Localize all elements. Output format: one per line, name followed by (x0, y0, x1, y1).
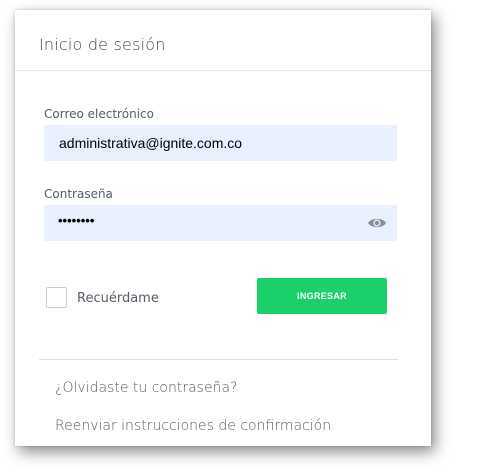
password-label: Contraseña (44, 187, 113, 201)
password-value: •••••••• (58, 213, 95, 228)
login-button[interactable]: INGRESAR (257, 278, 387, 314)
remember-label: Recuérdame (77, 291, 159, 306)
remember-checkbox[interactable] (46, 287, 67, 308)
eye-icon[interactable] (367, 214, 387, 232)
login-card: Inicio de sesión Correo electrónico admi… (15, 10, 431, 446)
forgot-password-link[interactable]: ¿Olvidaste tu contraseña? (55, 381, 237, 395)
resend-confirmation-link[interactable]: Reenviar instrucciones de confirmación (55, 419, 331, 433)
email-label: Correo electrónico (44, 107, 154, 121)
email-field[interactable]: administrativa@ignite.com.co (44, 125, 397, 161)
card-header: Inicio de sesión (15, 10, 431, 71)
password-field[interactable]: •••••••• (44, 205, 397, 241)
page: Inicio de sesión Correo electrónico admi… (0, 0, 481, 472)
email-value: administrativa@ignite.com.co (59, 135, 243, 151)
divider (39, 359, 398, 360)
eye-icon-graphic (368, 218, 386, 228)
card-title: Inicio de sesión (39, 35, 166, 54)
